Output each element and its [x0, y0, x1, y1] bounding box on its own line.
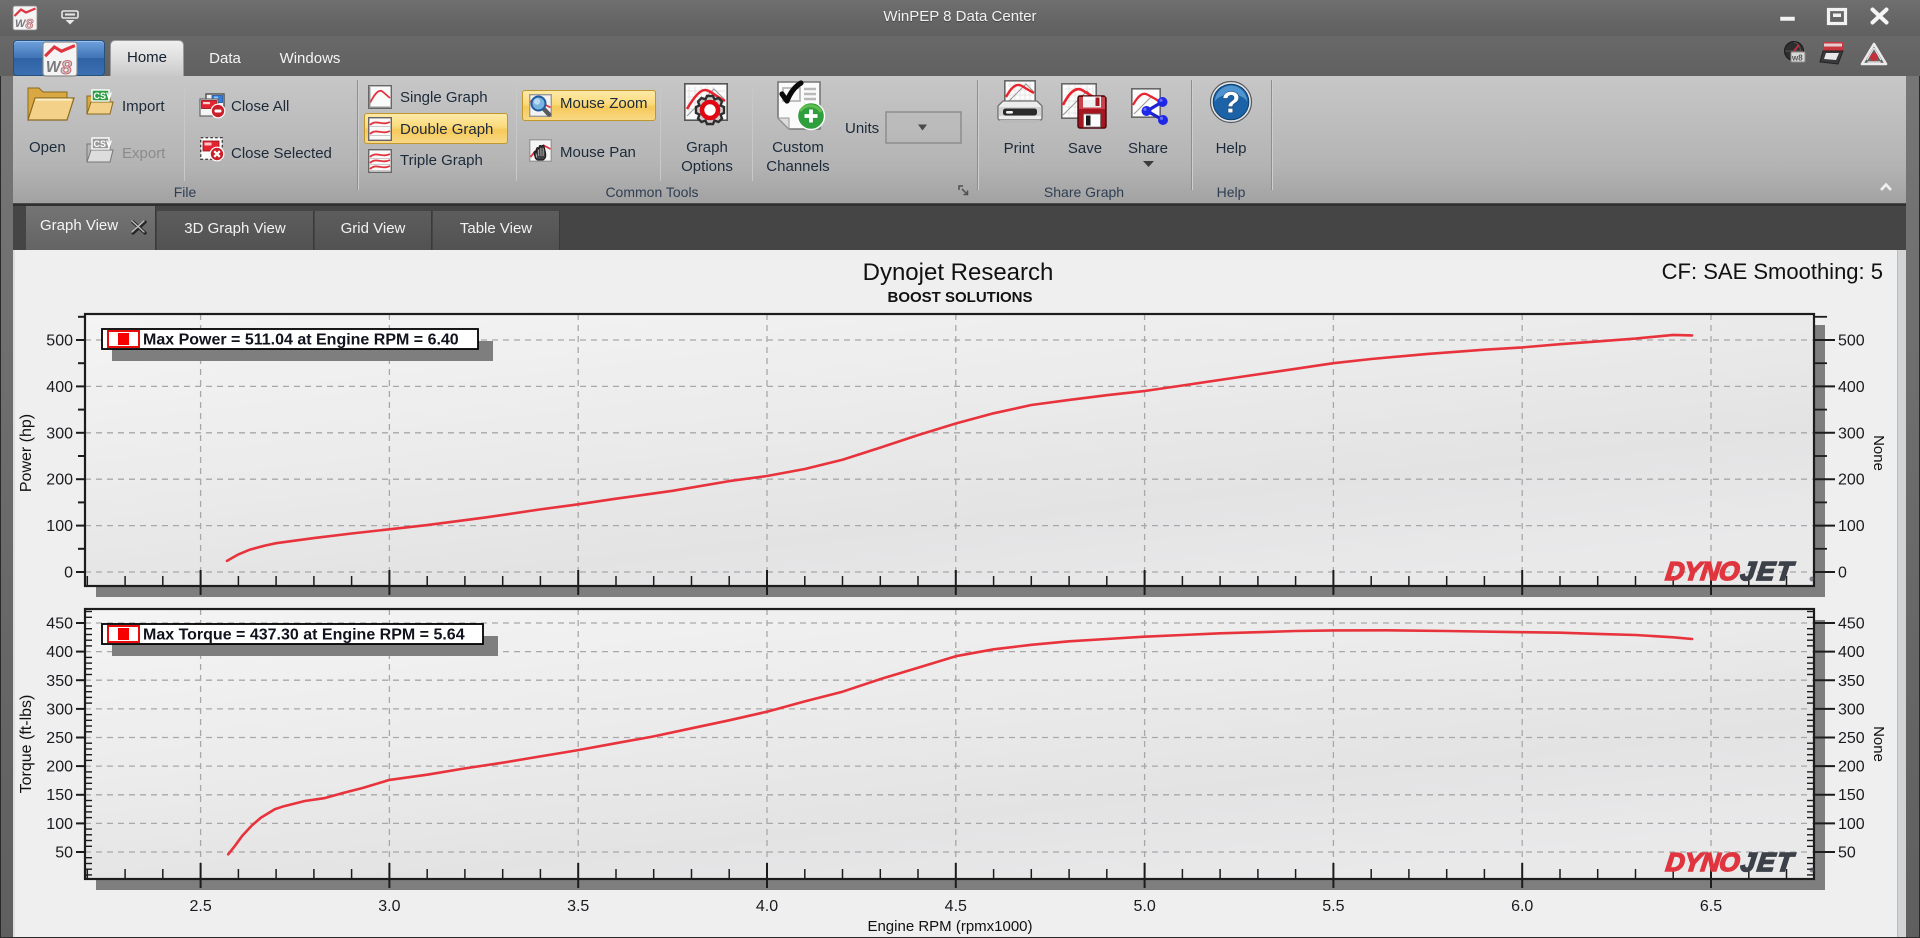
svg-text:BOOST SOLUTIONS: BOOST SOLUTIONS — [887, 289, 1032, 306]
svg-text:300: 300 — [1838, 425, 1865, 442]
svg-text:Torque (ft-lbs): Torque (ft-lbs) — [18, 695, 35, 794]
svg-text:500: 500 — [1838, 333, 1865, 350]
svg-text:300: 300 — [1838, 701, 1865, 718]
svg-text:Max Torque = 437.30 at Engine: Max Torque = 437.30 at Engine RPM = 5.64 — [143, 627, 465, 644]
svg-text:100: 100 — [46, 518, 73, 535]
svg-text:W: W — [46, 59, 62, 76]
svg-text:300: 300 — [46, 425, 73, 442]
svg-text:Engine RPM (rpmx1000): Engine RPM (rpmx1000) — [867, 918, 1032, 935]
svg-text:2.5: 2.5 — [189, 898, 211, 915]
svg-text:8: 8 — [61, 57, 72, 79]
svg-text:50: 50 — [55, 845, 73, 862]
svg-text:200: 200 — [46, 759, 73, 776]
svg-text:3.0: 3.0 — [378, 898, 400, 915]
svg-text:Power (hp): Power (hp) — [18, 414, 35, 492]
svg-text:400: 400 — [1838, 379, 1865, 396]
svg-text:450: 450 — [46, 616, 73, 633]
svg-text:350: 350 — [1838, 673, 1865, 690]
svg-text:6.0: 6.0 — [1511, 898, 1533, 915]
svg-text:JET: JET — [1739, 556, 1796, 586]
svg-text:4.5: 4.5 — [945, 898, 967, 915]
svg-text:200: 200 — [46, 472, 73, 489]
svg-text:0: 0 — [64, 565, 73, 582]
svg-text:DYNO: DYNO — [1664, 847, 1741, 877]
svg-text:5.0: 5.0 — [1133, 898, 1155, 915]
svg-text:100: 100 — [1838, 816, 1865, 833]
svg-text:8: 8 — [26, 16, 34, 32]
svg-text:400: 400 — [46, 379, 73, 396]
svg-text:JET: JET — [1739, 847, 1796, 877]
svg-text:CSV: CSV — [94, 139, 113, 149]
svg-text:300: 300 — [46, 701, 73, 718]
svg-text:350: 350 — [46, 673, 73, 690]
svg-text:100: 100 — [1838, 518, 1865, 535]
svg-text:DYNO: DYNO — [1664, 556, 1741, 586]
svg-text:200: 200 — [1838, 472, 1865, 489]
svg-text:250: 250 — [1838, 730, 1865, 747]
svg-text:400: 400 — [46, 644, 73, 661]
svg-text:0: 0 — [1838, 565, 1847, 582]
svg-text:6.5: 6.5 — [1700, 898, 1722, 915]
svg-text:CF: SAE Smoothing: 5: CF: SAE Smoothing: 5 — [1662, 259, 1883, 284]
svg-text:None: None — [1870, 435, 1887, 471]
svg-text:?: ? — [1222, 87, 1240, 120]
svg-text:150: 150 — [1838, 787, 1865, 804]
svg-text:Dynojet Research: Dynojet Research — [863, 259, 1054, 286]
svg-text:CSV: CSV — [94, 91, 113, 101]
svg-text:Max Power = 511.04 at Engine R: Max Power = 511.04 at Engine RPM = 6.40 — [143, 332, 459, 349]
svg-text:3.5: 3.5 — [567, 898, 589, 915]
svg-text:150: 150 — [46, 787, 73, 804]
svg-text:450: 450 — [1838, 616, 1865, 633]
svg-text:200: 200 — [1838, 759, 1865, 776]
svg-text:500: 500 — [46, 333, 73, 350]
svg-text:50: 50 — [1838, 845, 1856, 862]
svg-text:400: 400 — [1838, 644, 1865, 661]
svg-text:w8: w8 — [1791, 54, 1803, 63]
svg-text:4.0: 4.0 — [756, 898, 778, 915]
svg-text:100: 100 — [46, 816, 73, 833]
svg-text:5.5: 5.5 — [1322, 898, 1344, 915]
svg-text:250: 250 — [46, 730, 73, 747]
svg-text:None: None — [1870, 726, 1887, 762]
